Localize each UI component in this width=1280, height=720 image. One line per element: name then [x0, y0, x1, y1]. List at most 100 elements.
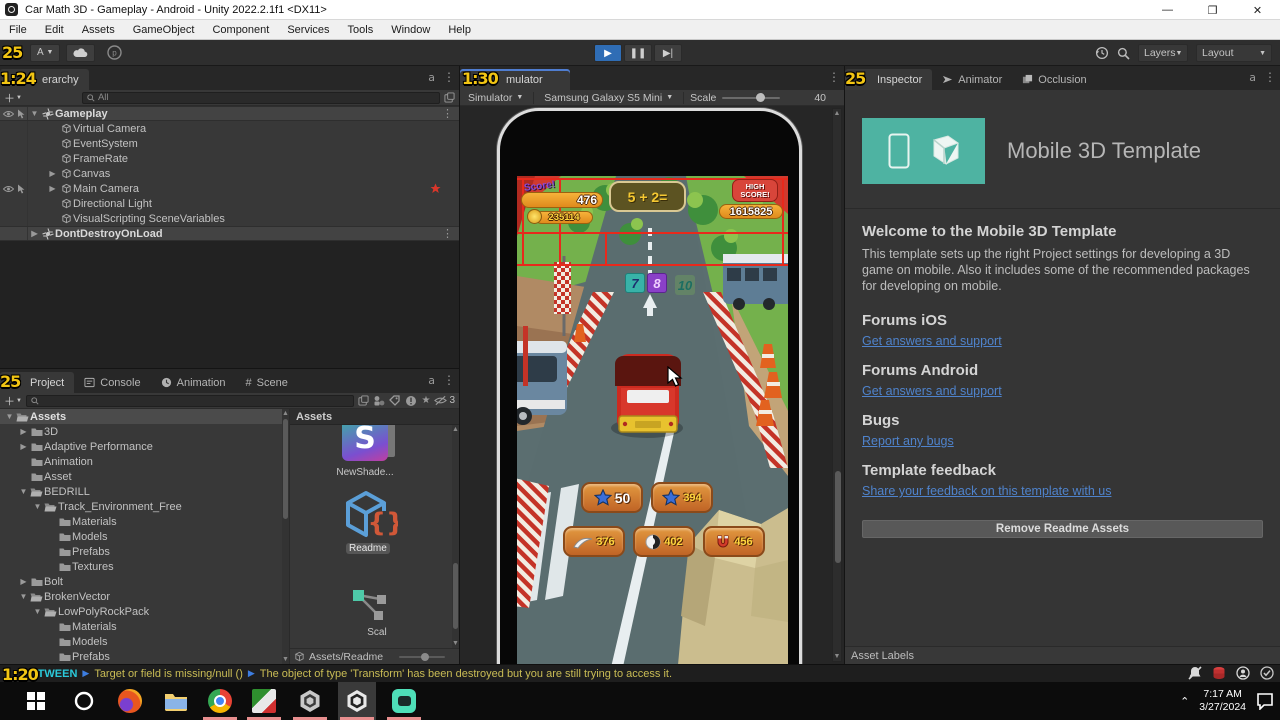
pickability-icon[interactable]	[17, 109, 26, 119]
menu-assets[interactable]: Assets	[73, 20, 124, 40]
close-button[interactable]: ✕	[1235, 0, 1280, 20]
unity-hub-icon[interactable]	[298, 689, 322, 713]
file-explorer-icon[interactable]	[164, 689, 188, 713]
kebab-menu-icon[interactable]: ⋮	[442, 107, 453, 120]
project-folder-animation[interactable]: Animation	[0, 454, 289, 469]
asset-labels-section[interactable]: Asset Labels	[845, 646, 1280, 664]
game-screen[interactable]: Score! 476 235114 5 + 2= HIGH SCORE! 161…	[517, 176, 788, 664]
section-link[interactable]: Get answers and support	[862, 334, 1263, 348]
step-button[interactable]: ▶|	[654, 44, 682, 62]
project-folder-textures[interactable]: Textures	[0, 559, 289, 574]
tab-console[interactable]: Console	[74, 372, 150, 393]
section-link[interactable]: Get answers and support	[862, 384, 1263, 398]
menu-help[interactable]: Help	[439, 20, 480, 40]
hierarchy-row-main-camera[interactable]: ▶ Main Camera	[0, 181, 459, 196]
collab-error-icon[interactable]	[1212, 666, 1226, 680]
visibility-eye-icon[interactable]	[3, 110, 14, 118]
asset-label[interactable]: Scal	[332, 627, 422, 638]
hierarchy-row-directional-light[interactable]: Directional Light	[0, 196, 459, 211]
account-dropdown[interactable]: A ▼	[30, 43, 61, 62]
status-bar[interactable]: 1:20 )TWEEN ▶ Target or field is missing…	[0, 664, 1280, 682]
hierarchy-row-canvas[interactable]: ▶ Canvas	[0, 166, 459, 181]
hidden-count-badge[interactable]: 3	[434, 395, 455, 406]
simulator-mode-dropdown[interactable]: Simulator ▼	[464, 91, 527, 105]
search-icon[interactable]	[1117, 47, 1130, 60]
powerup-boomerang-button[interactable]: 376	[563, 526, 625, 557]
menu-component[interactable]: Component	[203, 20, 278, 40]
tray-expand-caret[interactable]: ⌃	[1180, 695, 1189, 708]
start-button[interactable]	[24, 689, 48, 713]
lock-icon[interactable]: a	[428, 71, 435, 84]
account-status-icon[interactable]	[1236, 666, 1250, 680]
assets-grid-scrollbar[interactable]: ▲ ▼	[452, 425, 459, 648]
favorites-icon[interactable]: ★	[421, 395, 430, 406]
menu-file[interactable]: File	[0, 20, 36, 40]
project-folder-prefabs[interactable]: Prefabs	[0, 544, 289, 559]
menu-gameobject[interactable]: GameObject	[124, 20, 204, 40]
system-clock[interactable]: 7:17 AM 3/27/2024	[1199, 688, 1246, 714]
firefox-icon[interactable]	[118, 689, 142, 713]
kebab-menu-icon[interactable]: ⋮	[1264, 70, 1276, 84]
tab-occlusion[interactable]: Occlusion	[1012, 69, 1096, 90]
hierarchy-search-input[interactable]: All	[81, 91, 440, 104]
minimize-button[interactable]: —	[1145, 0, 1190, 20]
notifications-muted-icon[interactable]	[1188, 666, 1202, 680]
scale-slider[interactable]	[722, 93, 781, 102]
menu-edit[interactable]: Edit	[36, 20, 73, 40]
menu-window[interactable]: Window	[382, 20, 439, 40]
project-folder-brokenvector[interactable]: ▼ BrokenVector	[0, 589, 289, 604]
project-folder-models[interactable]: Models	[0, 634, 289, 649]
play-button[interactable]: ▶	[594, 44, 622, 62]
lock-icon[interactable]: a	[1249, 71, 1256, 84]
answer-tile-7[interactable]: 7	[625, 273, 645, 293]
section-link[interactable]: Report any bugs	[862, 434, 1263, 448]
tab-animation[interactable]: Animation	[151, 372, 236, 393]
search-by-label-icon[interactable]	[389, 394, 401, 407]
project-folder-track-environment-free[interactable]: ▼ Track_Environment_Free	[0, 499, 289, 514]
powerup-magnet-button[interactable]: 456	[703, 526, 765, 557]
asset-curve[interactable]	[350, 585, 390, 625]
unity-editor-icon[interactable]	[345, 689, 369, 713]
version-control-icon[interactable]: p	[107, 45, 123, 60]
pickability-icon[interactable]	[17, 184, 26, 194]
maximize-button[interactable]: ❐	[1190, 0, 1235, 20]
add-gameobject-button[interactable]: ＋ ▼	[4, 90, 22, 106]
kebab-menu-icon[interactable]: ⋮	[443, 70, 455, 84]
tab-scene[interactable]: # Scene	[236, 372, 298, 393]
asset-label-selected[interactable]: Readme	[346, 543, 390, 554]
emulator-app-icon[interactable]	[392, 689, 416, 713]
hierarchy-row-virtual-camera[interactable]: Virtual Camera	[0, 121, 459, 136]
project-folder-assets[interactable]: ▼ Assets	[0, 409, 289, 424]
kebab-menu-icon[interactable]: ⋮	[442, 227, 453, 240]
action-center-icon[interactable]	[1256, 692, 1274, 710]
asset-newshader[interactable]: S	[342, 425, 395, 461]
asset-label[interactable]: NewShade...	[320, 467, 410, 478]
kebab-menu-icon[interactable]: ⋮	[443, 373, 455, 387]
open-search-window-icon[interactable]	[358, 395, 370, 406]
tab-animator[interactable]: Animator	[932, 69, 1012, 90]
asset-readme[interactable]: {}	[340, 487, 398, 543]
layers-dropdown[interactable]: Layers ▼	[1138, 44, 1188, 62]
cloud-button[interactable]	[66, 43, 96, 62]
hierarchy-row-eventsystem[interactable]: EventSystem	[0, 136, 459, 151]
kebab-menu-icon[interactable]: ⋮	[828, 70, 840, 84]
powerup-helmet-button[interactable]: 402	[633, 526, 695, 557]
pause-button[interactable]: ❚❚	[624, 44, 652, 62]
hierarchy-row-framerate[interactable]: FrameRate	[0, 151, 459, 166]
hierarchy-row-dontdestroyonload[interactable]: ▶ DontDestroyOnLoad ⋮	[0, 226, 459, 241]
project-tree-scrollbar[interactable]: ▲ ▼	[282, 409, 289, 664]
project-folder-bedrill[interactable]: ▼ BEDRILL	[0, 484, 289, 499]
project-folder-materials[interactable]: Materials	[0, 514, 289, 529]
progress-ok-icon[interactable]	[1260, 666, 1274, 680]
project-folder-bolt[interactable]: ▶ Bolt	[0, 574, 289, 589]
powerup-star-button[interactable]: 394	[651, 482, 713, 513]
project-folder-adaptive-performance[interactable]: ▶ Adaptive Performance	[0, 439, 289, 454]
menu-services[interactable]: Services	[278, 20, 338, 40]
scene-picker-icon[interactable]	[444, 92, 455, 103]
layout-dropdown[interactable]: Layout ▼	[1196, 44, 1272, 62]
search-button[interactable]	[72, 689, 96, 713]
powerup-star-button[interactable]: 50	[581, 482, 643, 513]
section-link[interactable]: Share your feedback on this template wit…	[862, 484, 1263, 498]
menu-tools[interactable]: Tools	[339, 20, 383, 40]
visibility-eye-icon[interactable]	[3, 185, 14, 193]
